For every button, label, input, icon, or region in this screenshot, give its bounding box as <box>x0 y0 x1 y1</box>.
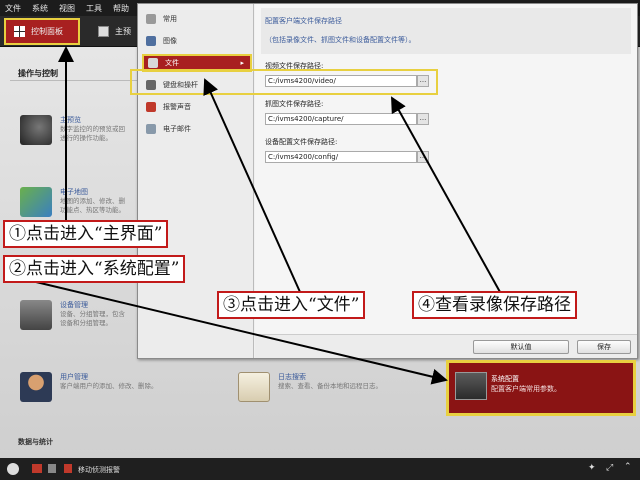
menu-tools[interactable]: 工具 <box>86 3 102 14</box>
sidebar-item-label: 图像 <box>163 37 177 45</box>
module-title: 日志搜索 <box>278 373 306 381</box>
module-system-config[interactable]: 系统配置 配置客户端常用参数。 <box>446 360 636 416</box>
alarm-sound-icon <box>146 102 156 112</box>
menu-file[interactable]: 文件 <box>5 3 21 14</box>
collapse-icon[interactable]: ⌃ <box>624 462 632 472</box>
module-desc: 地图的添加、修改、删 功能点、热区等功能。 <box>60 197 125 214</box>
chevron-right-icon: ▸ <box>240 59 244 67</box>
status-text: 移动侦测报警 <box>78 466 120 474</box>
config-path-label: 设备配置文件保存路径: <box>265 138 338 146</box>
info-title: 配置客户端文件保存路径 <box>265 17 342 25</box>
gear-monitor-icon <box>455 372 487 400</box>
default-button[interactable]: 默认值 <box>473 340 569 354</box>
sidebar-item-image[interactable]: 图像 <box>142 32 252 50</box>
module-title: 系统配置 <box>491 375 519 383</box>
module-title: 主预览 <box>60 116 81 124</box>
tab-main-preview[interactable]: 主预 <box>96 18 136 45</box>
menu-help[interactable]: 帮助 <box>113 3 129 14</box>
module-title: 用户管理 <box>60 373 88 381</box>
tab-control-panel-label: 控制面板 <box>31 27 63 36</box>
module-title: 电子地图 <box>60 188 88 196</box>
section-title: 操作与控制 <box>18 69 58 78</box>
module-desc: 设备、分组管理，包含 设备和分组管理。 <box>60 310 125 327</box>
sidebar-item-alarm-sound[interactable]: 报警声音 <box>142 98 252 116</box>
callout-step1: ①点击进入“主界面” <box>3 220 169 248</box>
monitor-icon <box>98 26 109 37</box>
menu-system[interactable]: 系统 <box>32 3 48 14</box>
module-desc: 配置客户端常用参数。 <box>491 385 561 393</box>
capture-path-label: 抓图文件保存路径: <box>265 100 324 108</box>
map-icon <box>20 187 52 217</box>
tab-main-preview-label: 主预 <box>115 27 131 36</box>
module-title: 设备管理 <box>60 301 88 309</box>
warning-icon[interactable] <box>7 463 19 475</box>
divider <box>10 80 146 81</box>
capture-path-input[interactable]: C:/ivms4200/capture/ <box>265 113 417 125</box>
config-path-input[interactable]: C:/ivms4200/config/ <box>265 151 417 163</box>
callout-step4: ④查看录像保存路径 <box>412 291 577 319</box>
dialog-footer: 默认值 保存 <box>255 334 637 358</box>
sidebar-item-label: 文件 <box>165 59 179 67</box>
camera-icon <box>20 115 52 145</box>
device-icon <box>20 300 52 330</box>
module-desc: 搜索、查看、备份本地和远程日志。 <box>278 382 382 390</box>
pin-icon[interactable]: ✦ <box>588 463 596 473</box>
email-icon <box>146 124 156 134</box>
sidebar-item-label: 报警声音 <box>163 103 191 111</box>
info-box <box>261 8 631 54</box>
settings-icon <box>146 14 156 24</box>
callout-step2: ②点击进入“系统配置” <box>3 255 186 283</box>
module-desc: 客户端用户的添加、修改、删除。 <box>60 382 158 390</box>
sidebar-item-email[interactable]: 电子邮件 <box>142 120 252 138</box>
user-icon <box>20 372 52 402</box>
expand-icon[interactable]: ⤢ <box>606 463 613 473</box>
file-icon <box>148 58 158 68</box>
callout-step3: ③点击进入“文件” <box>217 291 366 319</box>
image-icon <box>146 36 156 46</box>
tab-control-panel[interactable]: 控制面板 <box>4 18 80 45</box>
menu-view[interactable]: 视图 <box>59 3 75 14</box>
highlight-box <box>130 69 438 95</box>
sound-icon[interactable] <box>48 464 56 473</box>
motion-icon <box>64 464 72 473</box>
config-path-browse-button[interactable]: ... <box>417 151 429 163</box>
module-desc: 数字监控的的预览或回 进行的操作功能。 <box>60 125 125 142</box>
info-desc: （包括录像文件、抓图文件和设备配置文件等）。 <box>265 36 416 44</box>
calendar-icon <box>238 372 270 402</box>
sidebar-item-label: 电子邮件 <box>163 125 191 133</box>
section-title-data: 数据与统计 <box>18 438 53 446</box>
capture-path-browse-button[interactable]: ... <box>417 113 429 125</box>
grid-icon <box>14 26 25 37</box>
alarm-icon[interactable] <box>32 464 42 473</box>
sidebar-item-label: 常用 <box>163 15 177 23</box>
save-button[interactable]: 保存 <box>577 340 631 354</box>
sidebar-item-general[interactable]: 常用 <box>142 10 252 28</box>
status-bar: 移动侦测报警 ✦ ⤢ ⌃ <box>0 458 640 480</box>
